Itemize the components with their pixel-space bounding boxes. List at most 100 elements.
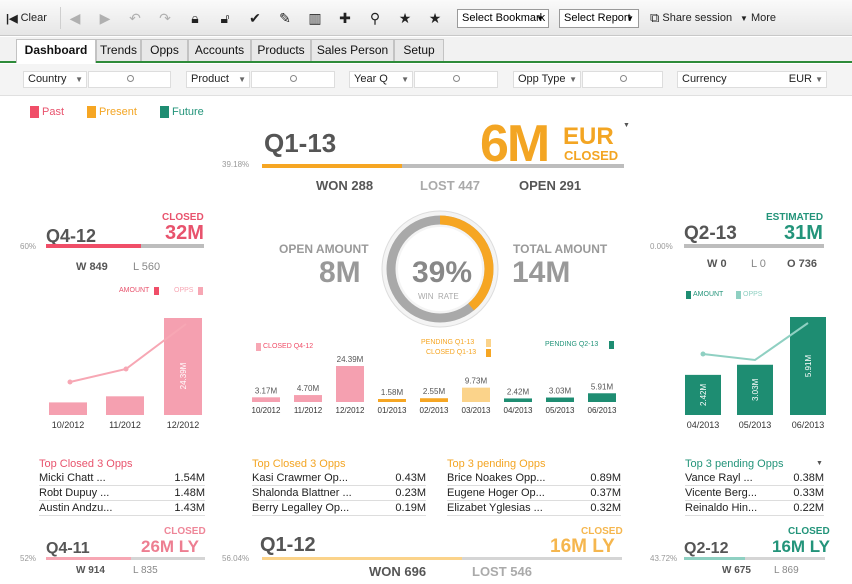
year-value[interactable] xyxy=(414,71,498,88)
win-rate-value: 39% xyxy=(412,256,473,289)
product-value[interactable] xyxy=(251,71,335,88)
left-lost: L 560 xyxy=(133,261,161,273)
report-icon[interactable]: ▥ xyxy=(306,9,324,27)
legend-present: Present xyxy=(99,106,137,118)
opp-amount: 0.32M xyxy=(590,502,621,514)
list3-title: Top 3 pending Opps xyxy=(447,458,546,470)
lock-icon[interactable]: 🔒︎ xyxy=(186,9,204,27)
filter-bar: Country ▼ Product ▼ Year Q ▼ Opp Type ▼ Curr… xyxy=(0,64,852,96)
star-icon[interactable]: ★ xyxy=(426,9,444,27)
bookmark-select[interactable]: Select Bookmark ▼ xyxy=(457,9,549,28)
mid-bar xyxy=(504,398,532,402)
right-open: O 736 xyxy=(787,258,817,270)
list-item[interactable]: Austin Andzu... 1.43M xyxy=(39,502,205,516)
mid-bar-label: 24.39M xyxy=(337,355,364,364)
redo-icon[interactable]: ↷ xyxy=(156,9,174,27)
right-chart: 2.42M 04/2013 3.03M 05/2013 5.91M 06/2013 xyxy=(685,317,826,430)
b1-quarter: Q4-11 xyxy=(46,540,90,557)
opp-amount: 0.33M xyxy=(793,487,824,499)
list-item[interactable]: Berry Legalley Op... 0.19M xyxy=(252,502,426,516)
tab-opps[interactable]: Opps xyxy=(141,39,188,61)
left-tick: 12/2012 xyxy=(167,420,200,430)
opp-amount: 0.37M xyxy=(590,487,621,499)
currency-filter[interactable]: Currency EUR ▼ xyxy=(677,71,827,88)
left-amount-legend: AMOUNT xyxy=(119,287,150,294)
more-button[interactable]: ▼ More xyxy=(740,9,776,27)
b3-quarter: Q2-12 xyxy=(684,540,729,557)
star-add-icon[interactable]: ★ xyxy=(396,9,414,27)
mid-bar-label: 2.42M xyxy=(507,387,530,396)
list-item[interactable]: Elizabet Yglesias ... 0.32M xyxy=(447,502,621,516)
opptype-filter[interactable]: Opp Type ▼ xyxy=(513,71,581,88)
past-swatch xyxy=(30,106,39,118)
b1-status: CLOSED xyxy=(164,526,206,537)
edit-icon[interactable]: ✎ xyxy=(276,9,294,27)
unlock-icon[interactable]: 🔓︎ xyxy=(216,9,234,27)
opp-name: Vicente Berg... xyxy=(685,487,757,499)
right-tick: 05/2013 xyxy=(739,420,772,430)
country-value[interactable] xyxy=(88,71,171,88)
right-tick: 04/2013 xyxy=(687,420,720,430)
tab-accounts[interactable]: Accounts xyxy=(188,39,251,61)
mid-tick: 04/2013 xyxy=(504,406,533,415)
list2-title: Top Closed 3 Opps xyxy=(252,458,346,470)
list-item[interactable]: Vicente Berg... 0.33M xyxy=(685,487,824,501)
mid-bar xyxy=(294,395,322,402)
list-item[interactable]: Robt Dupuy ... 1.48M xyxy=(39,487,205,501)
clear-button[interactable]: |◀ Clear xyxy=(6,9,47,27)
legend-past: Past xyxy=(42,106,65,118)
undo-icon[interactable]: ↶ xyxy=(126,9,144,27)
center-quarter: Q1-13 xyxy=(264,128,337,158)
caret-down-icon: ▼ xyxy=(75,75,83,84)
mid-bar-label: 4.70M xyxy=(297,384,320,393)
country-filter[interactable]: Country ▼ xyxy=(23,71,87,88)
opp-amount: 0.89M xyxy=(590,472,621,484)
share-session-button[interactable]: ⧉ Share session xyxy=(650,9,732,27)
tab-setup[interactable]: Setup xyxy=(394,39,444,61)
tab-sales-person[interactable]: Sales Person xyxy=(311,39,394,61)
list-item[interactable]: Reinaldo Hin... 0.22M xyxy=(685,502,824,516)
opp-amount: 1.54M xyxy=(174,472,205,484)
list-item[interactable]: Shalonda Blattner ... 0.23M xyxy=(252,487,426,501)
tab-dashboard[interactable]: Dashboard xyxy=(16,39,96,63)
left-bar-label: 24.39M xyxy=(179,362,188,389)
mid-closed-q4-legend: CLOSED Q4-12 xyxy=(263,343,314,350)
caret-down-icon: ▼ xyxy=(536,14,544,23)
product-filter[interactable]: Product ▼ xyxy=(186,71,250,88)
mid-bar xyxy=(336,366,364,402)
center-open: OPEN 291 xyxy=(519,178,582,193)
list-item[interactable]: Micki Chatt ... 1.54M xyxy=(39,472,205,486)
list-item[interactable]: Vance Rayl ... 0.38M xyxy=(685,472,824,486)
tab-products[interactable]: Products xyxy=(251,39,311,61)
opp-name: Vance Rayl ... xyxy=(685,472,753,484)
mid-bar-label: 3.03M xyxy=(549,387,572,396)
center-pct: 39.18% xyxy=(222,160,250,169)
right-opps-point xyxy=(700,351,706,357)
b3-status: CLOSED xyxy=(788,526,830,537)
report-select[interactable]: Select Report ▼ xyxy=(559,9,639,28)
check-icon[interactable]: ✔ xyxy=(246,9,264,27)
add-icon[interactable]: ✚ xyxy=(336,9,354,27)
opptype-value[interactable] xyxy=(582,71,663,88)
left-amount: 32M xyxy=(165,222,204,244)
pin-icon[interactable]: ⚲ xyxy=(366,9,384,27)
tab-trends[interactable]: Trends xyxy=(96,39,141,61)
b3-won: W 675 xyxy=(722,565,751,576)
list-item[interactable]: Eugene Hoger Op... 0.37M xyxy=(447,487,621,501)
b2-amount: 16M LY xyxy=(550,536,615,557)
menu-caret-icon[interactable]: ▼ xyxy=(623,122,630,129)
left-tick: 10/2012 xyxy=(52,420,85,430)
right-tick: 06/2013 xyxy=(792,420,825,430)
b1-pct: 52% xyxy=(20,554,37,563)
list4-menu-icon[interactable]: ▼ xyxy=(816,460,823,467)
mid-tick: 06/2013 xyxy=(588,406,617,415)
list-item[interactable]: Brice Noakes Opp... 0.89M xyxy=(447,472,621,486)
right-quarter: Q2-13 xyxy=(684,223,737,244)
center-lost: LOST 447 xyxy=(420,178,480,193)
list-item[interactable]: Kasi Crawmer Op... 0.43M xyxy=(252,472,426,486)
back-icon[interactable]: ◀ xyxy=(66,9,84,27)
b2-won: WON 696 xyxy=(369,564,427,579)
forward-icon[interactable]: ▶ xyxy=(96,9,114,27)
year-filter[interactable]: Year Q ▼ xyxy=(349,71,413,88)
right-amount: 31M xyxy=(784,222,823,244)
